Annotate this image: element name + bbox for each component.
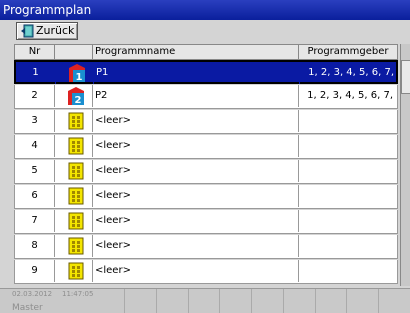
row-number: 4 [15,135,55,157]
program-generator: 1, 2, 3, 4, 5, 6, 7, 8, 9 [308,67,394,100]
program-badge-number: 2 [75,95,82,105]
program-name: <leer> [93,135,299,157]
program-badge-number: 1 [76,72,83,82]
row-icon-cell [55,235,93,257]
empty-slot-icon [67,112,85,130]
back-button[interactable]: Zurück [16,22,78,40]
program-name: <leer> [93,185,299,207]
row-icon-cell [55,160,93,182]
function-key[interactable] [187,289,220,313]
program-name: <leer> [93,210,299,232]
header-programmgeber[interactable]: Programmgeber [299,45,397,59]
window-title: Programmplan [0,0,410,20]
program-generator [299,110,399,132]
program-1-icon: 1 [68,64,86,83]
table-row[interactable]: 3 <leer> [14,110,398,134]
function-key[interactable] [346,289,378,313]
program-plan-window: Programmplan Zurück Nr Programmname Prog… [0,0,410,313]
program-table: Nr Programmname Programmgeber 1 1 P1 1, 2, … [14,44,398,286]
program-name: P2 [93,85,299,107]
row-icon-cell [55,185,93,207]
program-name: <leer> [93,260,299,282]
row-number: 1 [16,62,56,84]
row-number: 9 [15,260,55,282]
program-generator [299,160,399,182]
row-number: 3 [15,110,55,132]
program-name: P1 [94,62,300,84]
row-number: 7 [15,210,55,232]
back-door-icon [21,24,34,38]
function-key[interactable] [219,289,251,313]
vertical-scrollbar[interactable] [400,44,410,286]
scrollbar-thumb[interactable] [401,60,410,94]
row-icon-cell [55,110,93,132]
empty-slot-icon [67,187,85,205]
table-row[interactable]: 1 1 P1 1, 2, 3, 4, 5, 6, 7, 8, 9 [14,60,398,100]
empty-slot-icon [67,212,85,230]
status-time: 11:47:05 [62,290,94,298]
table-header: Nr Programmname Programmgeber [14,44,398,60]
row-icon-cell [55,210,93,232]
function-key[interactable] [282,289,315,313]
status-info: 02.03.2012 11:47:05 Master [0,289,93,313]
table-row[interactable]: 6 <leer> [14,185,398,209]
empty-slot-icon [67,162,85,180]
header-icon[interactable] [55,45,93,59]
row-number: 2 [15,85,55,107]
function-key[interactable] [251,289,283,313]
back-button-label: Zurück [36,24,75,37]
header-programname[interactable]: Programmname [93,45,299,59]
function-key[interactable] [155,289,188,313]
empty-slot-icon [67,137,85,155]
row-icon-cell [55,135,93,157]
row-icon-cell: 1 [56,62,94,84]
toolbar: Zurück [0,20,410,42]
table-row[interactable]: 5 <leer> [14,160,398,184]
table-row[interactable]: 7 <leer> [14,210,398,234]
function-key[interactable] [378,289,410,313]
program-generator [299,135,399,157]
program-name: <leer> [93,160,299,182]
table-row[interactable]: 2 2 P2 1, 2, 3, 4, 5, 6, 7, 8, 9 [14,85,398,123]
program-generator [299,260,399,282]
program-generator [299,235,399,257]
header-nr[interactable]: Nr [15,45,55,59]
row-number: 5 [15,160,55,182]
row-number: 6 [15,185,55,207]
table-row[interactable]: 4 <leer> [14,135,398,159]
program-generator: 1, 2, 3, 4, 5, 6, 7, 8, 9 [307,90,393,123]
empty-slot-icon [67,237,85,255]
status-date: 02.03.2012 [12,290,53,298]
table-row[interactable]: 8 <leer> [14,235,398,259]
program-2-icon: 2 [67,87,85,106]
empty-slot-icon [67,262,85,280]
row-icon-cell [55,260,93,282]
program-name: <leer> [93,110,299,132]
program-generator [299,210,399,232]
row-icon-cell: 2 [55,85,93,107]
table-row[interactable]: 9 <leer> [14,260,398,284]
program-generator [299,185,399,207]
status-bar: 02.03.2012 11:47:05 Master [0,288,410,313]
row-number: 8 [15,235,55,257]
function-key[interactable] [314,289,347,313]
program-name: <leer> [93,235,299,257]
function-key-bar [124,289,410,313]
function-key[interactable] [124,289,156,313]
